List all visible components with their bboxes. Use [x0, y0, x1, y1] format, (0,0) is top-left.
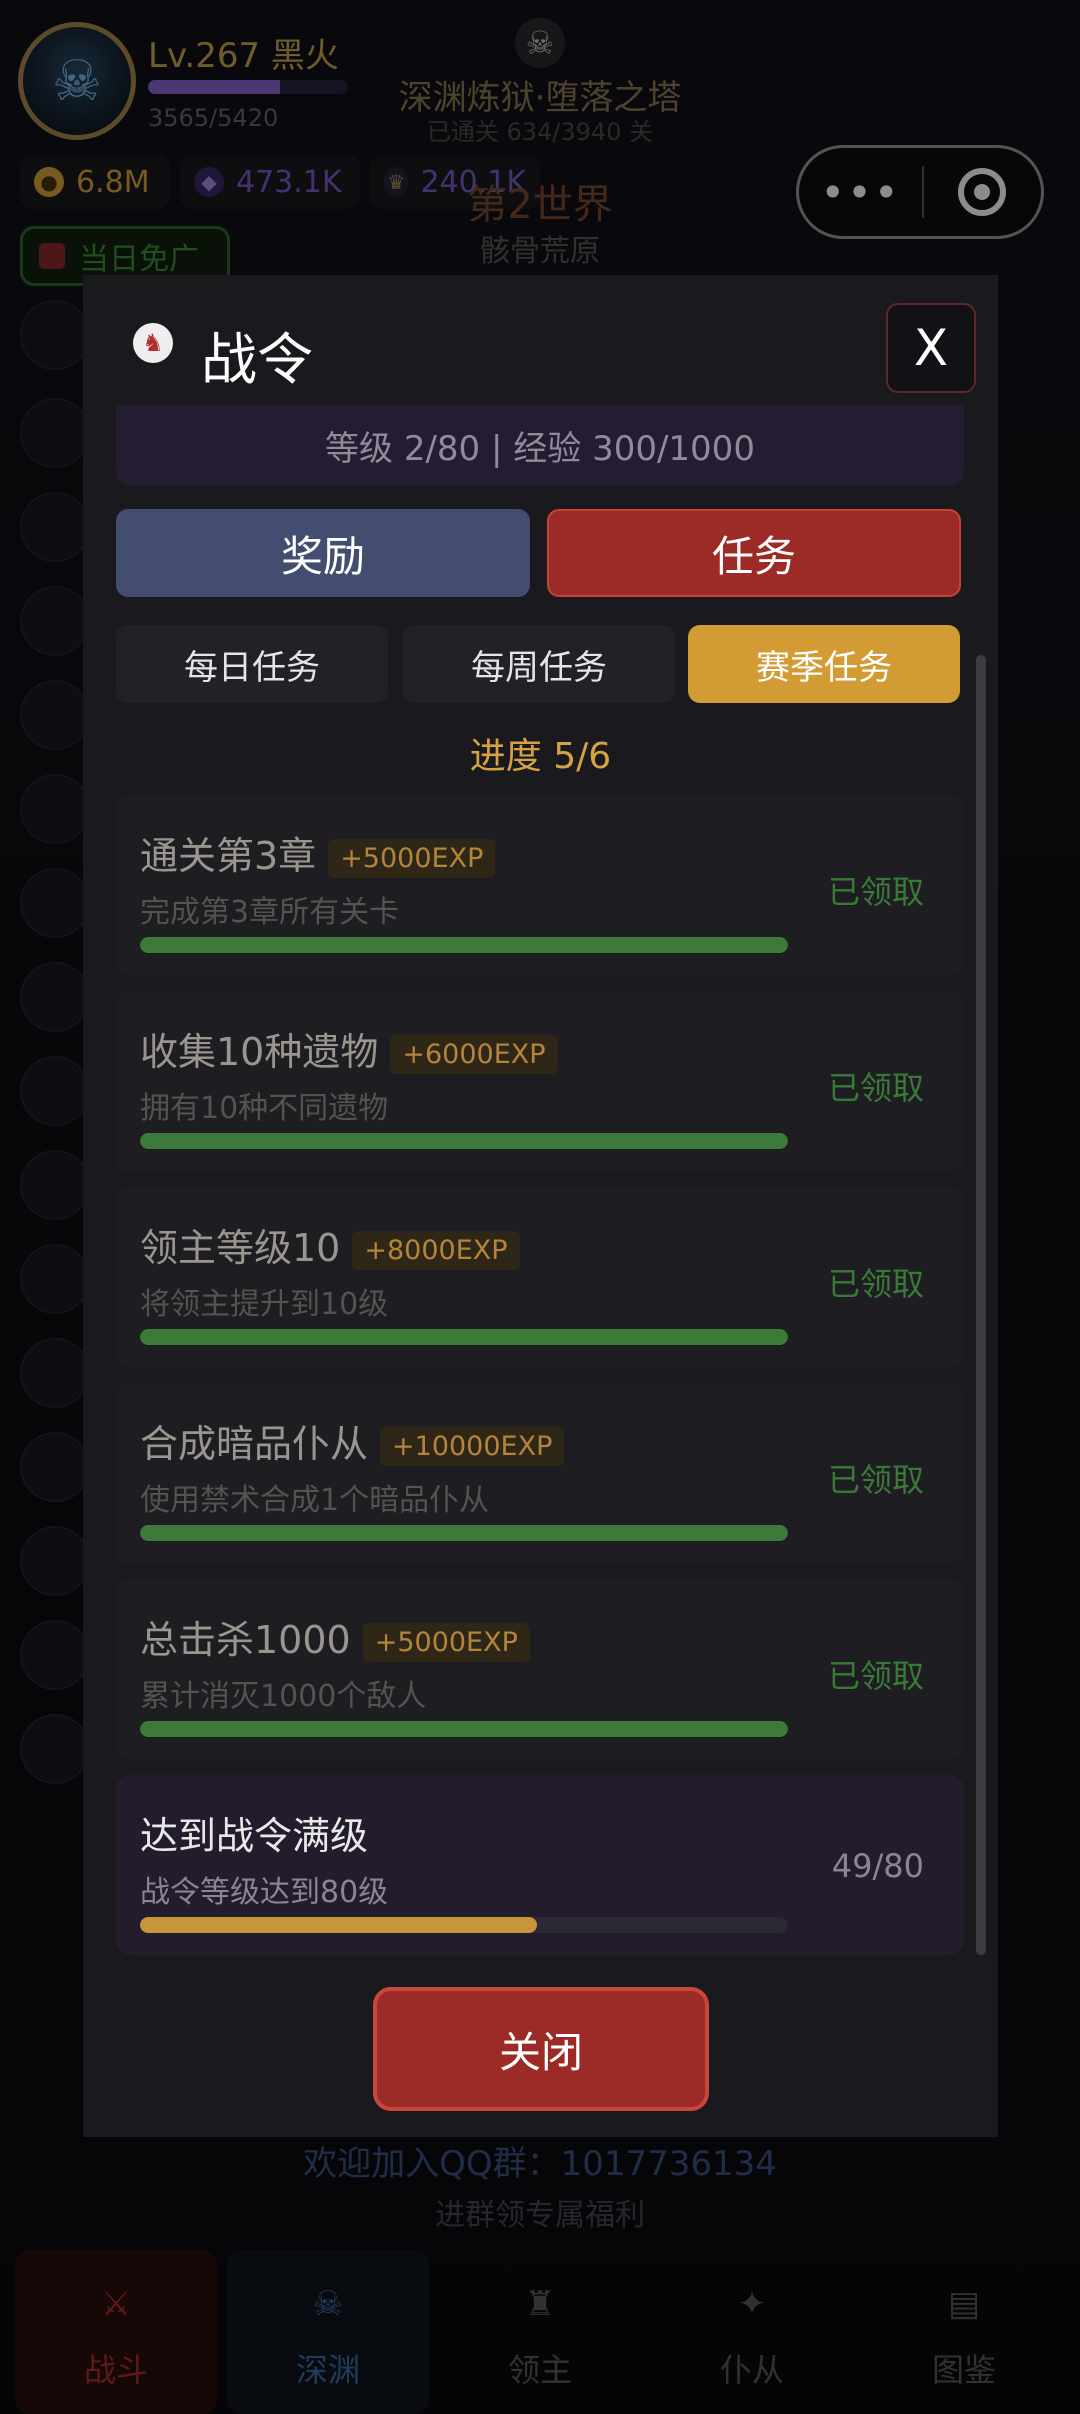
task-card: 领主等级10 +8000EXP 将领主提升到10级 已领取 — [116, 1187, 964, 1367]
task-status: 已领取 — [827, 873, 924, 911]
task-name: 领主等级10 +8000EXP — [140, 1217, 520, 1272]
task-name-text: 领主等级10 — [140, 1226, 341, 1270]
pass-level-info: 等级 2/80 | 经验 300/1000 — [116, 405, 964, 485]
task-description: 拥有10种不同遗物 — [140, 1091, 389, 1126]
task-exp-badge: +8000EXP — [352, 1231, 520, 1270]
task-progress-fill — [140, 1721, 788, 1737]
task-exp-badge: +10000EXP — [380, 1427, 565, 1466]
task-progress-bar — [140, 1525, 788, 1541]
task-card: 收集10种遗物 +6000EXP 拥有10种不同遗物 已领取 — [116, 991, 964, 1171]
task-progress-bar — [140, 1917, 788, 1933]
tasks-progress: 进度 5/6 — [469, 736, 612, 777]
task-exp-badge: +5000EXP — [362, 1623, 530, 1662]
task-description: 完成第3章所有关卡 — [140, 895, 400, 930]
task-name-text: 合成暗品仆从 — [140, 1422, 369, 1466]
task-status: 已领取 — [827, 1265, 924, 1303]
task-progress-fill — [140, 1525, 788, 1541]
task-progress-fill — [140, 1917, 537, 1933]
task-description: 将领主提升到10级 — [140, 1287, 389, 1322]
task-card: 总击杀1000 +5000EXP 累计消灭1000个敌人 已领取 — [116, 1579, 964, 1759]
subtab-daily-tasks[interactable]: 每日任务 — [116, 625, 388, 703]
task-name-text: 总击杀1000 — [140, 1618, 351, 1662]
battle-pass-modal: ♞ 战令 X 等级 2/80 | 经验 300/1000 奖励 任务 每日任务 … — [83, 275, 998, 2137]
modal-header: ♞ 战令 X — [83, 275, 998, 405]
task-progress-bar — [140, 937, 788, 953]
task-status: 已领取 — [827, 1657, 924, 1695]
task-exp-badge: +6000EXP — [390, 1035, 558, 1074]
task-card: 合成暗品仆从 +10000EXP 使用禁术合成1个暗品仆从 已领取 — [116, 1383, 964, 1563]
close-button[interactable]: 关闭 — [373, 1987, 709, 2111]
task-progress-bar — [140, 1133, 788, 1149]
task-description: 战令等级达到80级 — [140, 1875, 389, 1910]
task-name: 总击杀1000 +5000EXP — [140, 1609, 530, 1664]
tab-tasks[interactable]: 任务 — [547, 509, 961, 597]
subtab-weekly-tasks[interactable]: 每周任务 — [403, 625, 675, 703]
task-progress-fill — [140, 937, 788, 953]
task-progress-fill — [140, 1329, 788, 1345]
task-progress-bar — [140, 1329, 788, 1345]
task-name: 合成暗品仆从 +10000EXP — [140, 1413, 565, 1468]
task-progress-count: 49/80 — [831, 1847, 924, 1885]
task-description: 累计消灭1000个敌人 — [140, 1679, 427, 1714]
scrollbar-thumb[interactable] — [976, 655, 986, 1955]
tab-rewards[interactable]: 奖励 — [116, 509, 530, 597]
task-progress-fill — [140, 1133, 788, 1149]
task-name-text: 达到战令满级 — [140, 1814, 369, 1858]
task-list: 通关第3章 +5000EXP 完成第3章所有关卡 已领取 收集10种遗物 +6000… — [116, 795, 964, 1971]
task-exp-badge: +5000EXP — [328, 839, 496, 878]
battle-pass-logo-icon: ♞ — [133, 323, 173, 363]
task-name: 达到战令满级 — [140, 1805, 368, 1860]
task-name: 通关第3章 +5000EXP — [140, 825, 496, 880]
subtab-season-tasks[interactable]: 赛季任务 — [688, 625, 960, 703]
task-status: 已领取 — [827, 1461, 924, 1499]
task-name-text: 收集10种遗物 — [140, 1030, 379, 1074]
task-description: 使用禁术合成1个暗品仆从 — [140, 1483, 490, 1518]
task-card: 通关第3章 +5000EXP 完成第3章所有关卡 已领取 — [116, 795, 964, 975]
close-x-button[interactable]: X — [886, 303, 976, 393]
task-name-text: 通关第3章 — [140, 834, 317, 878]
modal-title: 战令 — [201, 328, 313, 393]
task-progress-bar — [140, 1721, 788, 1737]
task-card-in-progress: 达到战令满级 战令等级达到80级 49/80 — [116, 1775, 964, 1955]
task-name: 收集10种遗物 +6000EXP — [140, 1021, 558, 1076]
task-status: 已领取 — [827, 1069, 924, 1107]
